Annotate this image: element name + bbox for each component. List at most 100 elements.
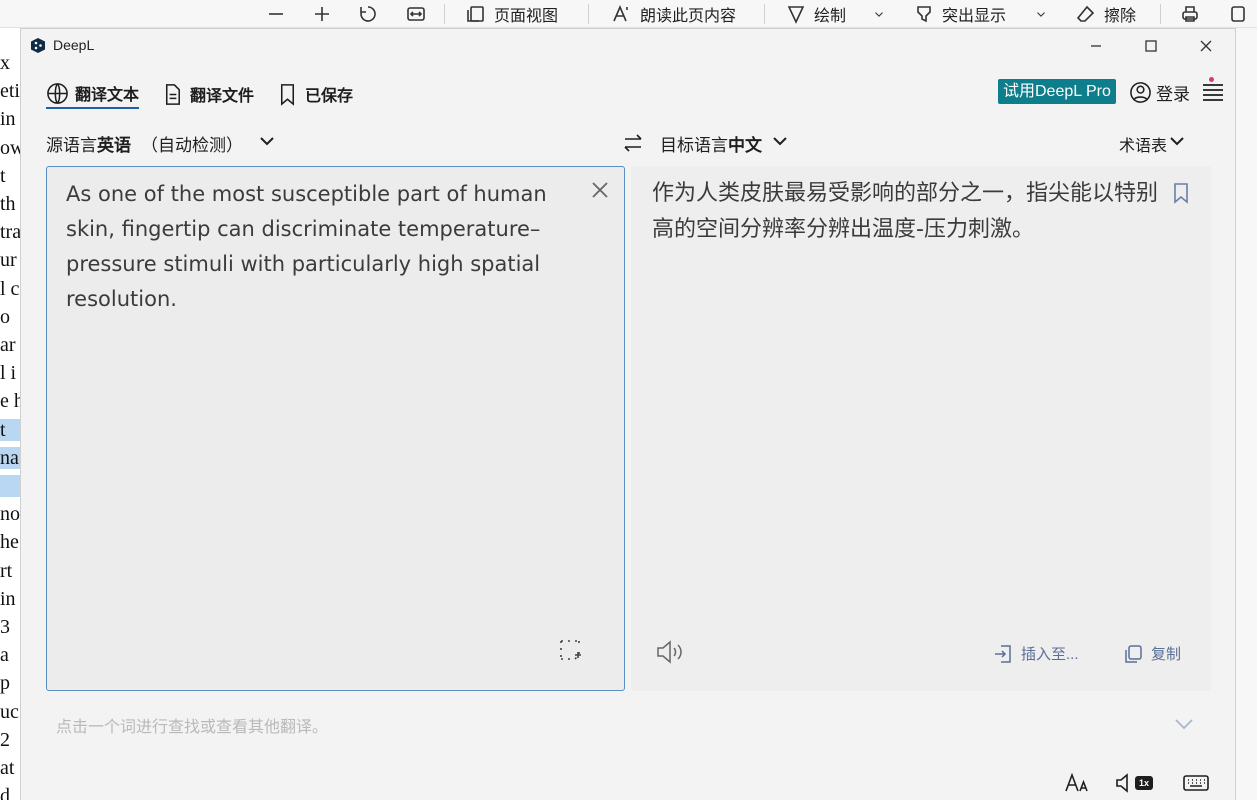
login-button[interactable]: 登录 bbox=[1129, 79, 1190, 105]
pdf-viewer-toolbar: 页面视图 朗读此页内容 绘制 突出显示 擦除 bbox=[0, 0, 1257, 28]
speaker-icon bbox=[657, 640, 682, 664]
select-area-button[interactable] bbox=[559, 639, 581, 661]
plus-icon bbox=[315, 7, 329, 21]
speed-badge: 1x bbox=[1135, 776, 1153, 790]
draw-dropdown[interactable] bbox=[872, 3, 886, 25]
background-doc-line: at bbox=[0, 757, 15, 779]
hamburger-icon bbox=[1203, 84, 1223, 101]
minimize-button[interactable] bbox=[1073, 31, 1119, 61]
rotate-icon bbox=[360, 6, 376, 22]
clear-text-button[interactable] bbox=[589, 179, 611, 201]
document-icon bbox=[165, 83, 180, 105]
zoom-out-button[interactable] bbox=[266, 3, 286, 25]
read-aloud-label: 朗读此页内容 bbox=[640, 8, 737, 25]
background-doc-line: eti bbox=[0, 80, 20, 103]
chevron-down-icon bbox=[875, 12, 883, 17]
chevron-down-icon bbox=[1175, 719, 1193, 730]
listen-button[interactable] bbox=[655, 638, 685, 666]
target-text-area: 作为人类皮肤最易受影响的部分之一，指尖能以特别高的空间分辨率分辨出温度-压力刺激… bbox=[631, 166, 1211, 691]
insert-icon bbox=[995, 644, 1011, 663]
tab-saved-label: 已保存 bbox=[305, 88, 354, 105]
user-icon bbox=[1130, 81, 1151, 103]
background-doc-line: rt bbox=[0, 559, 13, 582]
menu-button[interactable] bbox=[1201, 79, 1225, 103]
fit-width-button[interactable] bbox=[406, 3, 426, 25]
page-view-icon bbox=[467, 6, 484, 22]
background-doc-line: l i bbox=[0, 362, 17, 385]
insert-button[interactable]: 插入至... bbox=[993, 643, 1079, 664]
background-doc-line: th bbox=[0, 193, 16, 215]
background-doc-line: ow bbox=[0, 136, 20, 159]
background-document: x eti in ow t th tra ur l c o ar l i e h t na no he rt in 3… bbox=[0, 28, 20, 800]
font-size-button[interactable] bbox=[1064, 771, 1088, 795]
source-text[interactable]: As one of the most susceptible part of h… bbox=[66, 177, 576, 317]
glossary-label: 术语表 bbox=[1119, 137, 1168, 155]
target-language-name: 中文 bbox=[728, 136, 762, 155]
notification-dot bbox=[1209, 77, 1214, 82]
printer-icon bbox=[1182, 6, 1198, 22]
erase-button[interactable]: 擦除 bbox=[1076, 3, 1136, 25]
maximize-button[interactable] bbox=[1128, 31, 1174, 61]
zoom-in-button[interactable] bbox=[312, 3, 332, 25]
draw-button[interactable]: 绘制 bbox=[786, 3, 846, 25]
background-doc-line: o bbox=[0, 305, 10, 328]
background-doc-line: e h bbox=[0, 390, 20, 413]
source-language-selector[interactable]: 源语言 英语 （自动检测） bbox=[46, 131, 277, 156]
minus-icon bbox=[269, 13, 283, 15]
copy-icon bbox=[1125, 644, 1142, 663]
selection-icon bbox=[560, 640, 581, 660]
source-text-area[interactable]: As one of the most susceptible part of h… bbox=[46, 166, 625, 691]
rotate-button[interactable] bbox=[358, 3, 378, 25]
background-doc-line: in bbox=[0, 108, 16, 131]
background-doc-line: 3 bbox=[0, 616, 10, 638]
copy-label: 复制 bbox=[1151, 646, 1182, 663]
tab-translate-text[interactable]: 翻译文本 bbox=[46, 79, 140, 109]
swap-languages-button[interactable] bbox=[621, 131, 645, 155]
try-pro-button[interactable]: 试用DeepL Pro bbox=[998, 79, 1116, 104]
target-language-prefix: 目标语言 bbox=[660, 136, 728, 155]
target-language-selector[interactable]: 目标语言 中文 bbox=[660, 131, 790, 156]
keyboard-icon bbox=[1183, 775, 1209, 791]
background-doc-line: in bbox=[0, 587, 16, 610]
glossary-button[interactable]: 术语表 bbox=[1119, 131, 1187, 156]
globe-icon bbox=[47, 82, 68, 104]
deepl-window: DeepL 翻译文本 翻译文件 已保存 试用DeepL Pro 登录 源语言 英… bbox=[20, 28, 1236, 800]
expand-dictionary-button[interactable] bbox=[1173, 712, 1195, 734]
tab-translate-file-label: 翻译文件 bbox=[190, 88, 255, 105]
read-aloud-button[interactable]: 朗读此页内容 bbox=[612, 3, 736, 25]
print-button[interactable] bbox=[1180, 3, 1200, 25]
save-translation-button[interactable] bbox=[1171, 182, 1193, 204]
text-size-icon bbox=[1065, 772, 1088, 792]
title-bar[interactable]: DeepL bbox=[21, 29, 1237, 63]
chevron-down-icon bbox=[257, 131, 277, 156]
draw-label: 绘制 bbox=[814, 8, 847, 25]
tab-translate-file[interactable]: 翻译文件 bbox=[161, 79, 254, 109]
highlight-button[interactable]: 突出显示 bbox=[914, 3, 1006, 25]
close-icon bbox=[1200, 40, 1212, 52]
background-doc-line: l c bbox=[0, 277, 20, 300]
tab-translate-text-label: 翻译文本 bbox=[75, 87, 140, 104]
keyboard-button[interactable] bbox=[1183, 771, 1209, 795]
insert-label: 插入至... bbox=[1021, 646, 1079, 663]
highlight-label: 突出显示 bbox=[942, 8, 1007, 25]
close-window-button[interactable] bbox=[1183, 31, 1229, 61]
background-doc-line: ar bbox=[0, 334, 16, 356]
read-aloud-icon bbox=[613, 4, 628, 22]
chevron-down-icon bbox=[1167, 131, 1187, 156]
bookmark-icon bbox=[281, 83, 295, 106]
chevron-down-icon bbox=[1037, 12, 1045, 17]
translated-text[interactable]: 作为人类皮肤最易受影响的部分之一，指尖能以特别高的空间分辨率分辨出温度-压力刺激… bbox=[652, 176, 1162, 248]
page-view-button[interactable]: 页面视图 bbox=[466, 3, 558, 25]
tab-saved[interactable]: 已保存 bbox=[276, 79, 353, 109]
background-doc-line bbox=[0, 475, 20, 497]
background-doc-line: d bbox=[0, 785, 10, 800]
background-scrollbar[interactable] bbox=[1236, 28, 1257, 800]
page-view-label: 页面视图 bbox=[494, 8, 559, 25]
more-button[interactable] bbox=[1228, 3, 1248, 25]
highlighter-icon bbox=[917, 6, 931, 23]
highlight-dropdown[interactable] bbox=[1034, 3, 1048, 25]
background-doc-line: 2 bbox=[0, 728, 10, 751]
app-title: DeepL bbox=[53, 37, 95, 53]
copy-button[interactable]: 复制 bbox=[1123, 643, 1181, 664]
fit-width-icon bbox=[407, 7, 425, 21]
